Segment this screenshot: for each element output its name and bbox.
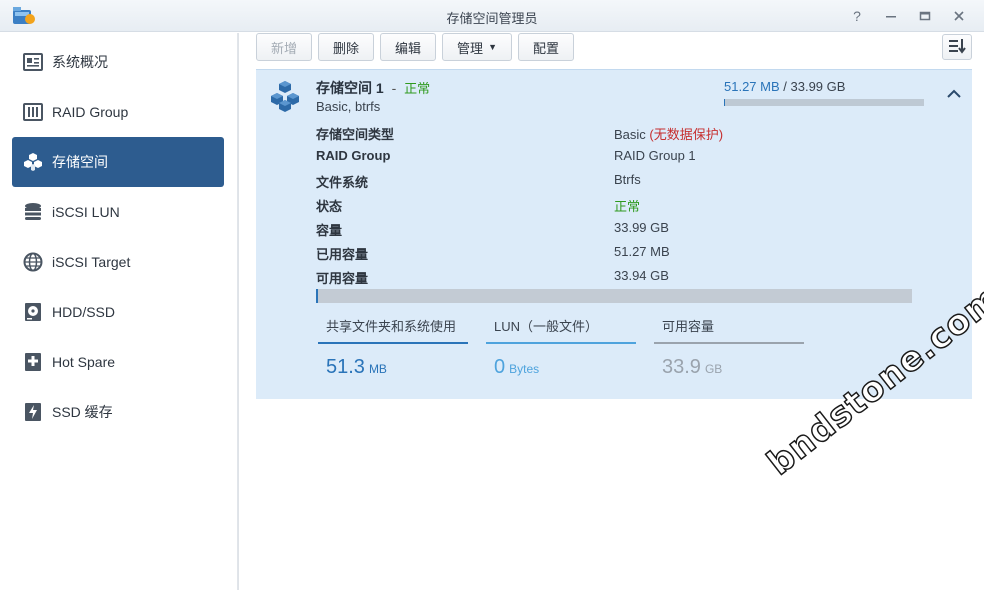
legend-shared-folders: 共享文件夹和系统使用 51.3 MB [318,310,468,380]
overview-icon [22,51,44,73]
info-row-status: 状态 正常 [316,196,936,216]
sort-list-icon [948,38,966,57]
sidebar-item-raid-group[interactable]: RAID Group [12,87,224,137]
legend-title: 共享文件夹和系统使用 [326,319,457,334]
info-label: 状态 [316,199,343,214]
sidebar-item-overview[interactable]: 系统概况 [12,37,224,87]
info-label: 已用容量 [316,247,369,262]
sidebar-item-label: RAID Group [52,104,129,120]
legend-lun: LUN（一般文件） 0 Bytes [486,310,636,380]
volume-panel[interactable]: 存储空间 1 - 正常 Basic, btrfs 51.27 MB / 33.9… [256,69,972,399]
no-protection-note: (无数据保护) [649,127,724,142]
info-label: 存储空间类型 [316,127,395,142]
config-button[interactable]: 配置 [517,33,574,61]
maximize-icon[interactable] [914,6,936,26]
capacity-bar-fill [316,289,318,303]
legend-unit: Bytes [509,362,540,376]
sidebar-item-iscsi-lun[interactable]: iSCSI LUN [12,187,224,237]
info-value: RAID Group 1 [614,148,696,163]
volume-subtitle: Basic, btrfs [316,99,381,114]
volume-cubes-icon [22,151,44,173]
info-value: 51.27 MB [614,244,670,259]
legend-line [486,342,636,344]
manage-dropdown-button[interactable]: 管理 ▼ [442,33,512,61]
database-icon [22,201,44,223]
legend-number: 51.3 [326,356,365,378]
usage-bar [724,99,924,106]
info-value: 正常 [614,199,641,214]
toolbar: 新增 删除 编辑 管理 ▼ 配置 [256,33,574,61]
legend-line [654,342,804,344]
sort-button[interactable] [942,34,972,60]
legend-value: 33.9 GB [662,356,722,379]
delete-button[interactable]: 删除 [318,33,375,61]
info-value: Btrfs [614,172,641,187]
info-row-used: 已用容量 51.27 MB [316,244,936,264]
info-row-raid-group: RAID Group RAID Group 1 [316,148,936,168]
raid-icon [22,101,44,123]
info-label: RAID Group [316,148,391,163]
sidebar-item-label: iSCSI LUN [52,204,120,220]
legend-available: 可用容量 33.9 GB [654,310,804,380]
sidebar: 系统概况 RAID Group 存储空间 iSCSI LUN iSCSI Tar… [0,33,238,590]
info-label: 容量 [316,223,343,238]
legend-value: 0 Bytes [494,356,539,379]
info-value: 33.94 GB [614,268,669,283]
usage-bar-fill [724,99,725,106]
info-label: 文件系统 [316,175,369,190]
volume-status: 正常 [404,81,431,96]
info-label: 可用容量 [316,271,369,286]
legend-number: 0 [494,356,506,378]
legend-title: LUN（一般文件） [494,319,599,334]
plus-box-icon [22,351,44,373]
legend-number: 33.9 [662,356,701,378]
close-icon[interactable] [948,6,970,26]
window-title: 存储空间管理员 [446,11,538,26]
title-bar: 存储空间管理员 ? [0,0,984,32]
sidebar-item-label: 存储空间 [52,154,108,170]
volume-cubes-icon [268,80,302,114]
sidebar-item-label: iSCSI Target [52,254,131,270]
volume-type-value: Basic [614,127,646,142]
disk-icon [22,301,44,323]
lightning-icon [22,401,44,423]
sidebar-item-iscsi-target[interactable]: iSCSI Target [12,237,224,287]
sidebar-item-label: Hot Spare [52,354,116,370]
info-value: Basic (无数据保护) [614,124,723,143]
volume-title: 存储空间 1 - 正常 [316,78,430,98]
caret-down-icon: ▼ [488,42,497,52]
volume-name: 存储空间 1 [316,80,384,96]
minimize-icon[interactable] [880,6,902,26]
title-separator: - [391,80,397,96]
usage-total: 33.99 GB [790,79,846,94]
sidebar-item-hot-spare[interactable]: Hot Spare [12,337,224,387]
info-value: 33.99 GB [614,220,669,235]
collapse-chevron-up-icon[interactable] [944,86,964,102]
legend-unit: GB [704,362,723,376]
sidebar-item-hdd-ssd[interactable]: HDD/SSD [12,287,224,337]
create-button[interactable]: 新增 [256,33,313,61]
usage-used: 51.27 MB [724,79,780,94]
edit-button[interactable]: 编辑 [380,33,437,61]
info-row-volume-type: 存储空间类型 Basic (无数据保护) [316,124,936,144]
legend-unit: MB [368,362,387,376]
usage-summary: 51.27 MB / 33.99 GB [724,79,845,94]
legend-line [318,342,468,344]
info-row-filesystem: 文件系统 Btrfs [316,172,936,192]
help-icon[interactable]: ? [846,6,868,26]
sidebar-item-label: 系统概况 [52,54,108,70]
sidebar-item-ssd-cache[interactable]: SSD 缓存 [12,387,224,437]
sidebar-item-label: HDD/SSD [52,304,116,320]
info-row-available: 可用容量 33.94 GB [316,268,936,288]
sidebar-item-label: SSD 缓存 [52,404,113,420]
legend-value: 51.3 MB [326,356,387,379]
usage-separator: / [779,79,791,94]
legend-title: 可用容量 [662,319,715,334]
pane-divider[interactable] [238,33,239,590]
capacity-bar [316,289,912,303]
manage-button-label: 管理 [457,40,484,56]
globe-icon [22,251,44,273]
info-row-capacity: 容量 33.99 GB [316,220,936,240]
sidebar-item-volume[interactable]: 存储空间 [12,137,224,187]
